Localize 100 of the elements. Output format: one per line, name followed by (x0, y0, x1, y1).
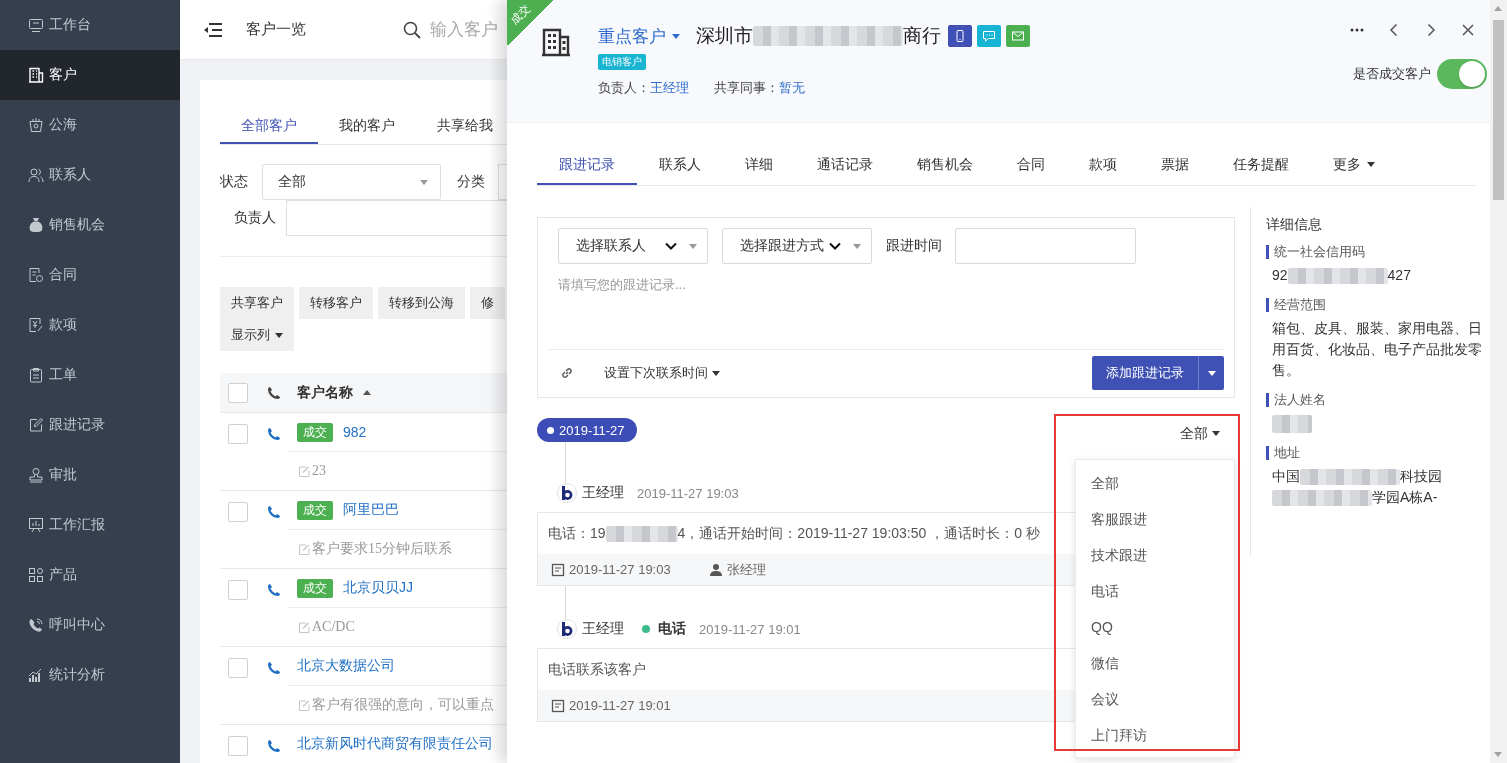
sidebar-item[interactable]: 客户 (0, 50, 180, 100)
customer-name-link[interactable]: 982 (343, 424, 367, 440)
customer-name-link[interactable]: 北京新风时代商贸有限责任公司 (297, 735, 493, 753)
tab[interactable]: 通话记录 (795, 146, 895, 185)
edit-icon[interactable] (298, 621, 310, 633)
phone-icon[interactable] (267, 583, 281, 597)
customer-type-dropdown[interactable]: 重点客户 (598, 24, 680, 48)
filter-dropdown[interactable]: 全部 (1180, 424, 1220, 442)
phone-icon[interactable] (267, 739, 281, 753)
sidebar-item[interactable]: 产品 (0, 550, 180, 600)
caret-icon (1207, 370, 1216, 376)
row-checkbox[interactable] (228, 502, 248, 522)
detail-label: 经营范围 (1266, 298, 1482, 312)
owner-field[interactable] (286, 200, 507, 236)
customer-name-link[interactable]: 北京大数据公司 (297, 657, 395, 675)
author-name: 王经理 (582, 484, 624, 502)
tab[interactable]: 任务提醒 (1211, 146, 1311, 185)
scrollbar[interactable] (1490, 0, 1507, 763)
deal-ribbon: 成交 (507, 0, 553, 46)
mobile-button[interactable] (948, 25, 972, 47)
sidebar-item[interactable]: 呼叫中心 (0, 600, 180, 650)
tab[interactable]: 款项 (1067, 146, 1139, 185)
action-button[interactable]: 修 (470, 287, 505, 319)
follow-up-form[interactable]: 选择联系人 选择跟进方式 跟进时间 请填写您的跟进记录... 设置下次联系时间 添加跟进记录 (537, 217, 1235, 398)
sidebar-item[interactable]: 工作台 (0, 0, 180, 50)
tab[interactable]: 更多 (1311, 146, 1397, 185)
select-all-checkbox[interactable] (228, 382, 248, 403)
detail-value: 科技园 (1400, 468, 1442, 484)
message-button[interactable] (977, 25, 1001, 47)
sidebar-item[interactable]: 跟进记录 (0, 400, 180, 450)
action-button[interactable]: 转移客户 (299, 287, 373, 319)
sidebar-item[interactable]: 审批 (0, 450, 180, 500)
tab[interactable]: 全部客户 (220, 108, 318, 144)
menu-item[interactable]: 微信 (1076, 645, 1234, 681)
menu-item[interactable]: 上门拜访 (1076, 717, 1234, 753)
money-bag-icon (28, 217, 44, 233)
sidebar-item[interactable]: 款项 (0, 300, 180, 350)
method-select[interactable]: 选择跟进方式 (722, 228, 872, 264)
sidebar-item[interactable]: 销售机会 (0, 200, 180, 250)
sidebar-item[interactable]: 统计分析 (0, 650, 180, 700)
sidebar-item[interactable]: 联系人 (0, 150, 180, 200)
menu-item[interactable]: 电话 (1076, 573, 1234, 609)
phone-icon[interactable] (267, 427, 281, 441)
tab[interactable]: 合同 (995, 146, 1067, 185)
search-icon[interactable] (403, 20, 421, 39)
row-checkbox[interactable] (228, 658, 248, 678)
sidebar-item[interactable]: 合同 (0, 250, 180, 300)
add-record-button[interactable]: 添加跟进记录 (1092, 356, 1224, 390)
chevron-down-icon (665, 242, 677, 250)
close-icon[interactable] (1461, 23, 1475, 37)
next-contact-dropdown[interactable]: 设置下次联系时间 (604, 364, 720, 382)
deal-toggle[interactable] (1437, 59, 1487, 89)
edit-icon[interactable] (298, 465, 310, 477)
detail-value: 中国 (1272, 468, 1300, 484)
sidebar-item[interactable]: 工单 (0, 350, 180, 400)
bar-chart-icon (28, 667, 44, 683)
sidebar-item[interactable]: 工作汇报 (0, 500, 180, 550)
tab[interactable]: 票据 (1139, 146, 1211, 185)
customer-name-link[interactable]: 北京贝贝JJ (343, 579, 413, 597)
tab[interactable]: 销售机会 (895, 146, 995, 185)
detail-label: 地址 (1266, 446, 1482, 460)
email-button[interactable] (1006, 25, 1030, 47)
menu-item[interactable]: QQ (1076, 609, 1234, 645)
search-field[interactable]: 输入客户 (430, 19, 507, 40)
sidebar-item[interactable]: 公海 (0, 100, 180, 150)
tab[interactable]: 我的客户 (318, 108, 416, 144)
action-button[interactable]: 转移到公海 (378, 287, 465, 319)
document-icon (551, 698, 565, 713)
shared-link[interactable]: 暂无 (779, 79, 805, 97)
row-checkbox[interactable] (228, 736, 248, 756)
sort-ascending-icon[interactable] (363, 390, 371, 395)
edit-icon[interactable] (298, 699, 310, 711)
time-field[interactable] (955, 228, 1136, 264)
contact-select[interactable]: 选择联系人 (558, 228, 708, 264)
link-icon[interactable] (560, 366, 574, 380)
caret-icon (853, 243, 861, 249)
customer-name-link[interactable]: 阿里巴巴 (343, 501, 399, 519)
columns-dropdown[interactable]: 显示列 (220, 319, 294, 351)
action-button[interactable]: 共享客户 (220, 287, 294, 319)
status-select[interactable]: 全部 (262, 164, 441, 200)
grid-icon (28, 567, 44, 583)
column-header[interactable]: 客户名称 (297, 383, 353, 402)
row-checkbox[interactable] (228, 580, 248, 600)
menu-item[interactable]: 客服跟进 (1076, 501, 1234, 537)
menu-item[interactable]: 会议 (1076, 681, 1234, 717)
edit-icon[interactable] (298, 543, 310, 555)
tab[interactable]: 联系人 (637, 146, 723, 185)
tab[interactable]: 详细 (723, 146, 795, 185)
owner-link[interactable]: 王经理 (650, 79, 689, 97)
menu-icon[interactable] (203, 21, 223, 38)
status-dot (642, 625, 650, 633)
tab[interactable]: 共享给我 (416, 108, 501, 144)
menu-item[interactable]: 全部 (1076, 465, 1234, 501)
tab[interactable]: 跟进记录 (537, 146, 637, 185)
phone-icon[interactable] (267, 505, 281, 519)
phone-icon[interactable] (267, 661, 281, 675)
customer-name-text: 深圳市 (696, 24, 753, 48)
menu-item[interactable]: 技术跟进 (1076, 537, 1234, 573)
detail-value: 箱包、皮具、服装、家用电器、日用百货、化妆品、电子产品批发零售。 (1272, 320, 1482, 378)
row-checkbox[interactable] (228, 424, 248, 444)
